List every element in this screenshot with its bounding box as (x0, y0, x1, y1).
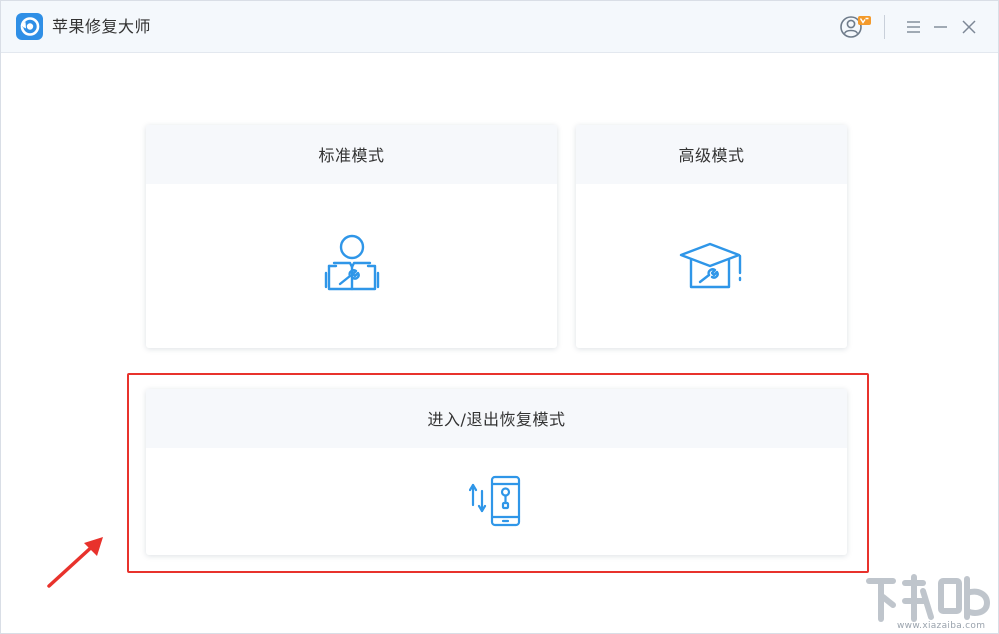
menu-icon (907, 21, 920, 33)
title-bar: 苹果修复大师 (1, 1, 998, 53)
user-account-button[interactable] (837, 13, 873, 41)
red-arrow (47, 537, 103, 588)
close-icon (962, 20, 976, 34)
user-vip-icon (840, 16, 871, 38)
advanced-mode-card[interactable]: 高级模式 (576, 125, 847, 348)
person-repair-book-icon (324, 234, 379, 291)
standard-mode-label: 标准模式 (146, 125, 557, 184)
watermark-logo (866, 574, 991, 622)
app-window: 苹果修复大师 标准模式 高级模式 进入/退出恢复模式 www.xiazaiba.… (0, 0, 999, 634)
minimize-icon (934, 26, 947, 28)
app-title: 苹果修复大师 (52, 17, 152, 36)
minimize-button[interactable] (930, 15, 952, 39)
advanced-mode-label: 高级模式 (576, 125, 847, 184)
watermark-url: www.xiazaiba.com (897, 621, 986, 631)
close-button[interactable] (958, 15, 980, 39)
recovery-mode-label: 进入/退出恢复模式 (146, 389, 847, 448)
phone-recovery-mode-icon (468, 475, 520, 527)
app-logo-icon (16, 13, 43, 40)
recovery-mode-card[interactable]: 进入/退出恢复模式 (146, 389, 847, 555)
menu-button[interactable] (903, 15, 925, 39)
standard-mode-card[interactable]: 标准模式 (146, 125, 557, 348)
graduation-cap-wrench-icon (679, 242, 741, 289)
titlebar-divider (884, 15, 885, 39)
